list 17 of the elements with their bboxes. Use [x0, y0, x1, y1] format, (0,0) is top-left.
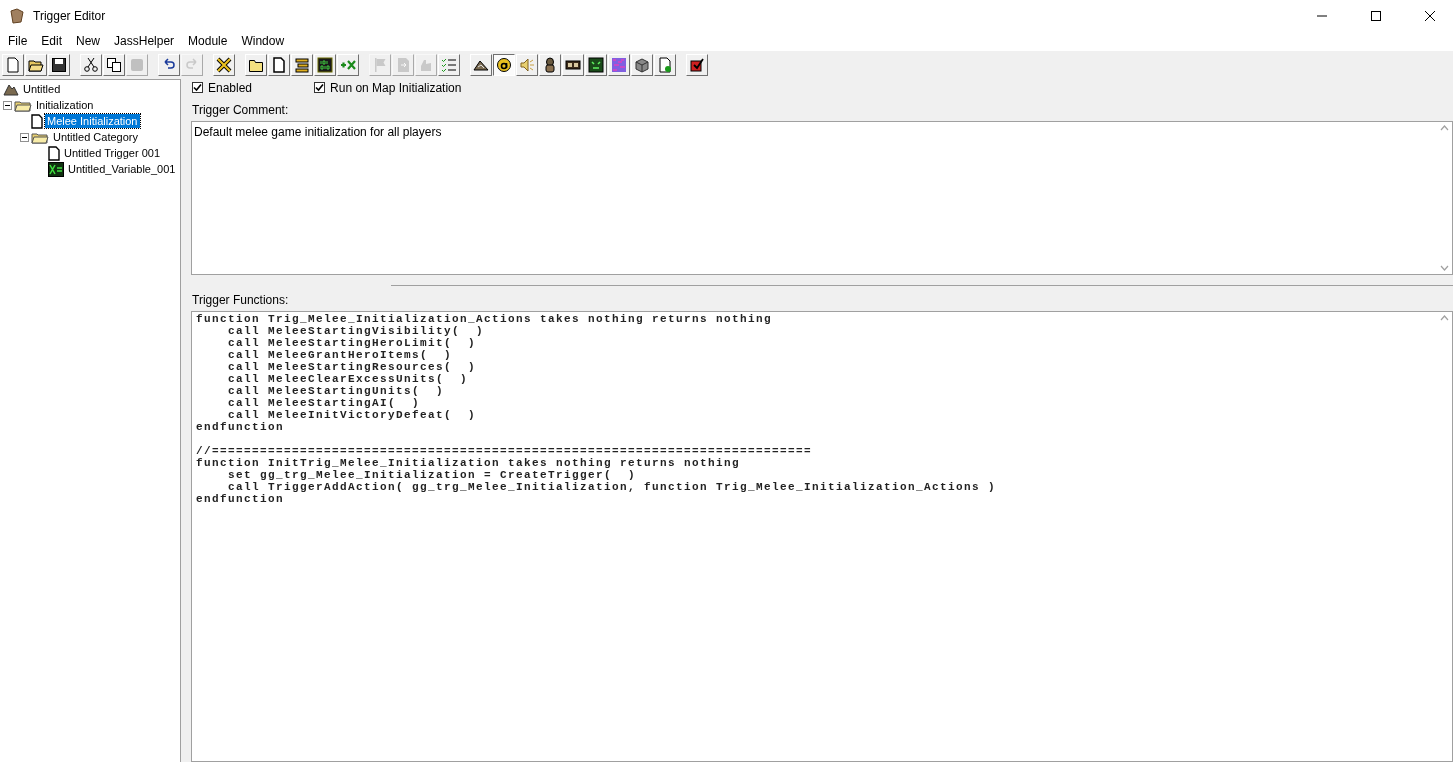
menu-item[interactable]: Module [181, 34, 235, 48]
menu-item[interactable]: File [1, 34, 35, 48]
menu-item[interactable]: JassHelper [107, 34, 182, 48]
tree-item[interactable]: Untitled [21, 82, 63, 96]
menu-item[interactable]: New [69, 34, 108, 48]
window-title: Trigger Editor [33, 8, 107, 23]
functions-label: Trigger Functions: [192, 293, 290, 307]
checkbox-label: Enabled [208, 80, 253, 95]
tree-item[interactable]: Untitled_Variable_001 [66, 162, 178, 176]
menu-item[interactable]: Edit [34, 34, 70, 48]
menu-item[interactable]: Window [234, 34, 292, 48]
tree-item[interactable]: Untitled Category [51, 130, 140, 144]
comment-label: Trigger Comment: [192, 103, 290, 117]
tree-item[interactable]: Untitled Trigger 001 [62, 146, 162, 160]
tree-item[interactable]: Melee Initialization [45, 114, 140, 128]
checkbox-label: Run on Map Initialization [330, 80, 462, 95]
tree-item[interactable]: Initialization [34, 98, 96, 112]
